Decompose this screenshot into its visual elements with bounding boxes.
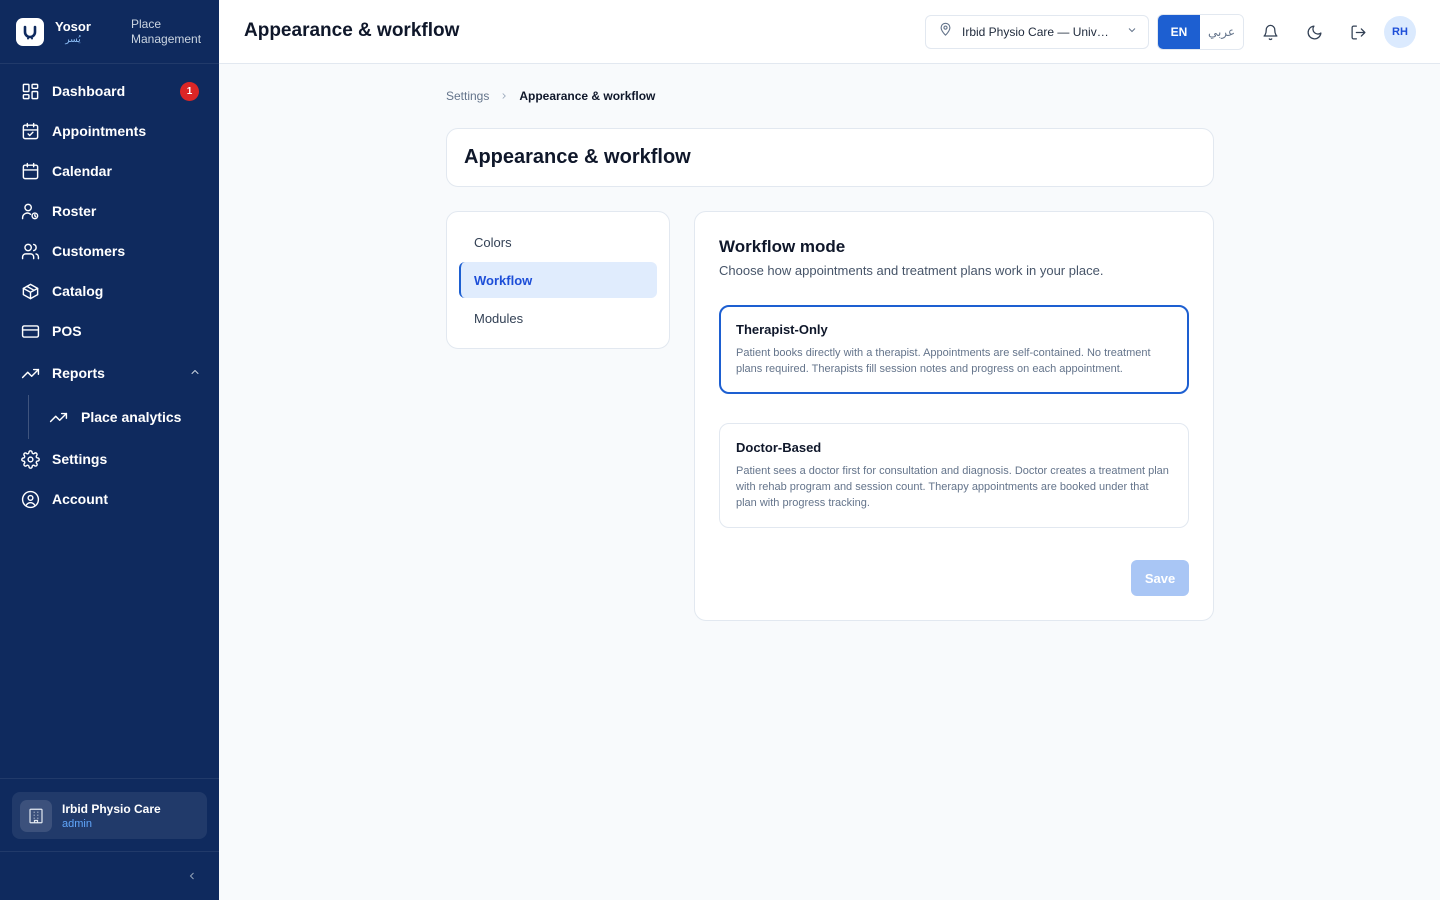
- header-title: Appearance & workflow: [244, 20, 460, 41]
- workflow-option-doctor-based[interactable]: Doctor-Based Patient sees a doctor first…: [719, 423, 1189, 528]
- trending-up-icon: [49, 407, 69, 427]
- breadcrumb-settings-link[interactable]: Settings: [446, 89, 489, 103]
- avatar[interactable]: RH: [1384, 16, 1416, 48]
- map-pin-icon: [938, 22, 953, 42]
- yosor-logo-icon[interactable]: [16, 17, 44, 46]
- sidebar-item-label: Reports: [52, 365, 105, 381]
- place-card-section: Irbid Physio Care admin: [0, 778, 219, 852]
- chevron-down-icon: [1126, 23, 1138, 41]
- users-icon: [20, 241, 40, 261]
- sidebar-item-pos[interactable]: POS: [0, 311, 219, 351]
- save-button[interactable]: Save: [1131, 560, 1189, 596]
- language-switcher: EN عربي: [1157, 14, 1244, 50]
- sidebar-item-label: POS: [52, 323, 82, 339]
- user-circle-icon: [20, 489, 40, 509]
- moon-icon: [1307, 24, 1322, 39]
- calendar-check-icon: [20, 121, 40, 141]
- brand-name: Yosor: [55, 18, 91, 34]
- sidebar-item-account[interactable]: Account: [0, 479, 219, 519]
- brand-text: Yosor يُسر: [55, 20, 91, 44]
- breadcrumb-current: Appearance & workflow: [519, 89, 656, 103]
- page-title: Appearance & workflow: [464, 146, 691, 168]
- option-title: Therapist-Only: [736, 322, 828, 337]
- logout-icon: [1350, 24, 1366, 40]
- sidebar-item-appointments[interactable]: Appointments: [0, 111, 219, 151]
- sidebar-item-customers[interactable]: Customers: [0, 231, 219, 271]
- sidebar-item-label: Place analytics: [81, 409, 182, 425]
- notification-badge: 1: [180, 82, 199, 101]
- package-icon: [20, 281, 40, 301]
- lang-ar-button[interactable]: عربي: [1200, 15, 1243, 49]
- credit-card-icon: [20, 321, 40, 341]
- gear-icon: [20, 449, 40, 469]
- sidebar-item-label: Calendar: [52, 163, 112, 179]
- chevron-left-icon: [189, 872, 194, 880]
- sidebar-item-roster[interactable]: Roster: [0, 191, 219, 231]
- sidebar: Yosor يُسر Place Management Dashboard 1 …: [0, 0, 219, 900]
- place-role: admin: [62, 817, 92, 830]
- user-clock-icon: [20, 201, 40, 221]
- chevron-right-icon: [499, 91, 509, 101]
- workflow-description: Choose how appointments and treatment pl…: [719, 263, 1104, 278]
- brand-subtitle: Place Management: [131, 16, 202, 46]
- sidebar-item-label: Roster: [52, 203, 97, 219]
- notifications-button[interactable]: [1259, 21, 1281, 43]
- place-card[interactable]: Irbid Physio Care admin: [12, 792, 207, 839]
- dashboard-icon: [20, 81, 40, 101]
- bell-icon: [1262, 24, 1278, 40]
- place-selector[interactable]: Irbid Physio Care — University Street: [925, 15, 1149, 49]
- sidebar-item-calendar[interactable]: Calendar: [0, 151, 219, 191]
- sidebar-item-label: Customers: [52, 243, 126, 259]
- settings-tabs: Colors Workflow Modules: [446, 211, 670, 349]
- sidebar-item-catalog[interactable]: Catalog: [0, 271, 219, 311]
- workflow-panel: Workflow mode Choose how appointments an…: [694, 211, 1214, 621]
- option-description: Patient sees a doctor first for consulta…: [736, 465, 1169, 509]
- sidebar-item-reports[interactable]: Reports: [0, 351, 219, 395]
- tab-modules[interactable]: Modules: [459, 300, 657, 336]
- trending-up-icon: [20, 363, 40, 383]
- place-name: Irbid Physio Care: [62, 801, 161, 816]
- sidebar-item-settings[interactable]: Settings: [0, 439, 219, 479]
- sidebar-item-label: Appointments: [52, 123, 147, 139]
- logout-button[interactable]: [1347, 21, 1369, 43]
- option-description: Patient books directly with a therapist.…: [736, 347, 1151, 375]
- sidebar-item-place-analytics[interactable]: Place analytics: [0, 395, 219, 439]
- sidebar-item-dashboard[interactable]: Dashboard 1: [0, 71, 219, 111]
- brand-arabic: يُسر: [65, 33, 81, 44]
- submenu-line: [28, 395, 29, 439]
- place-selector-value: Irbid Physio Care — University Street: [962, 25, 1112, 39]
- sidebar-item-label: Catalog: [52, 283, 104, 299]
- page-title-card: Appearance & workflow: [446, 128, 1214, 187]
- sidebar-nav: Dashboard 1 Appointments Calendar Roster…: [0, 71, 219, 519]
- calendar-icon: [20, 161, 40, 181]
- sidebar-item-label: Settings: [52, 451, 108, 467]
- top-header: Appearance & workflow Irbid Physio Care …: [219, 0, 1440, 64]
- collapse-sidebar-button[interactable]: [184, 868, 200, 884]
- tab-colors[interactable]: Colors: [459, 224, 657, 260]
- building-icon: [20, 799, 52, 832]
- sidebar-item-label: Account: [52, 491, 108, 507]
- place-card-text: Irbid Physio Care admin: [62, 802, 161, 830]
- tab-workflow[interactable]: Workflow: [459, 262, 657, 298]
- lang-en-button[interactable]: EN: [1158, 15, 1200, 49]
- sidebar-item-label: Dashboard: [52, 83, 126, 99]
- theme-toggle-button[interactable]: [1303, 21, 1325, 43]
- breadcrumb: Settings Appearance & workflow: [446, 89, 655, 103]
- option-title: Doctor-Based: [736, 440, 822, 455]
- chevron-up-icon[interactable]: [189, 365, 201, 377]
- brand: Yosor يُسر Place Management: [0, 0, 219, 64]
- workflow-heading: Workflow mode: [719, 237, 846, 256]
- workflow-option-therapist-only[interactable]: Therapist-Only Patient books directly wi…: [719, 305, 1189, 394]
